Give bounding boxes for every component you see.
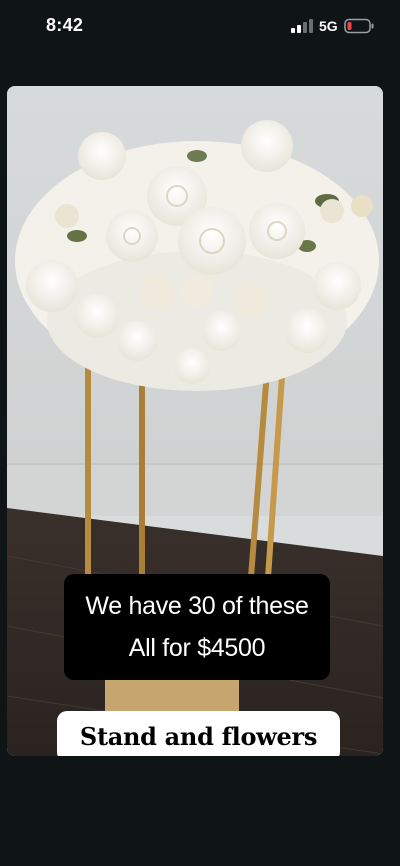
status-time: 8:42 [46,15,84,35]
signal-bars-icon [291,19,313,33]
status-bar: 8:42 5G [0,0,400,52]
story-tag: Stand and flowers [57,711,340,756]
story-caption: We have 30 of these All for $4500 [64,574,330,680]
network-label: 5G [319,18,338,34]
story-card[interactable]: We have 30 of these All for $4500 Stand … [7,86,383,756]
battery-low-icon [344,18,374,34]
caption-line-1: We have 30 of these [85,592,309,620]
caption-line-2: All for $4500 [128,634,266,662]
